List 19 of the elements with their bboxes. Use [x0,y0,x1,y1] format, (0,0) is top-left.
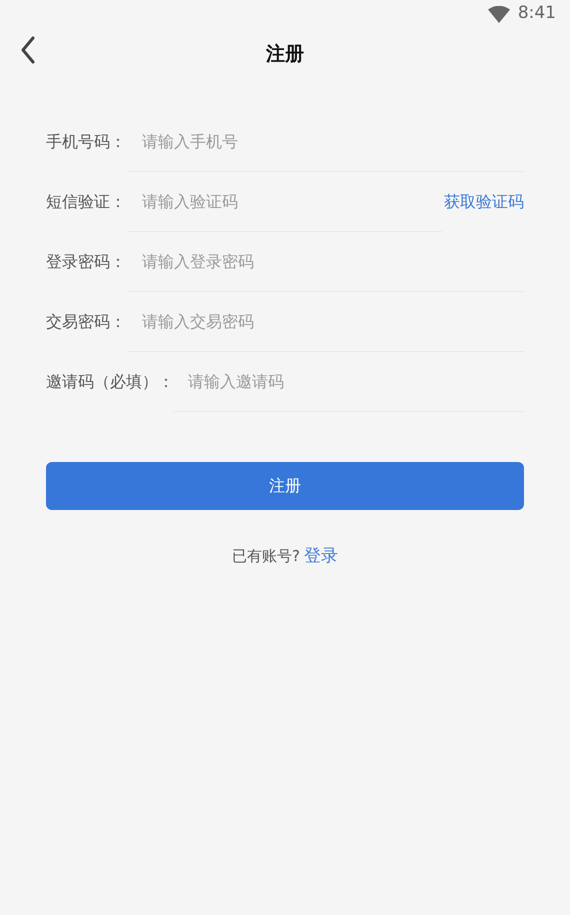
field-label: 交易密码： [46,311,127,333]
input-field[interactable]: 请输入交易密码 [128,292,524,352]
wifi-icon [488,6,510,22]
back-icon [20,36,36,64]
field-label: 登录密码： [46,251,127,273]
field-label: 短信验证： [46,191,127,213]
input-field[interactable]: 请输入验证码 [128,172,442,232]
page-title: 注册 [266,42,304,67]
back-button[interactable] [20,36,36,64]
field-label: 邀请码（必填）： [46,371,174,393]
field-label: 手机号码： [46,131,127,153]
login-link[interactable]: 登录 [304,544,338,570]
login-prompt: 已有账号? [232,546,300,567]
get-code-link[interactable]: 获取验证码 [444,190,524,214]
input-field[interactable]: 请输入登录密码 [128,232,524,292]
input-field[interactable]: 请输入邀请码 [174,352,524,412]
register-button[interactable]: 注册 [46,462,524,510]
status-time: 8:41 [518,2,556,26]
input-field[interactable]: 请输入手机号 [128,112,524,172]
